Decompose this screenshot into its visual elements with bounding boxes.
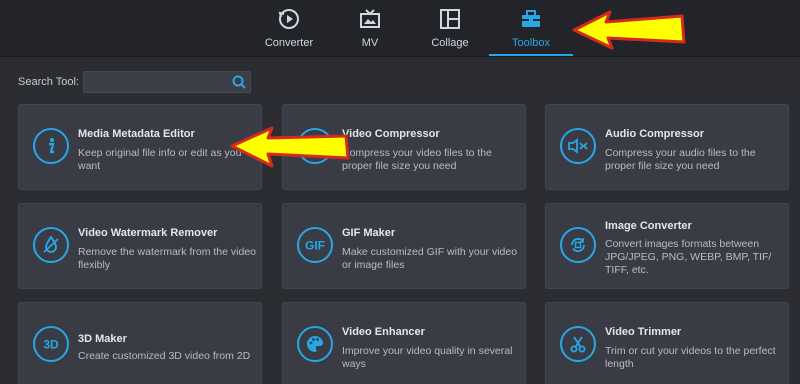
image-convert-icon (560, 227, 596, 263)
tool-card-image-converter[interactable]: Image Converter Convert images formats b… (545, 203, 789, 289)
tool-title: Video Watermark Remover (78, 227, 218, 239)
tool-card-3d-maker[interactable]: 3D 3D Maker Create customized 3D video f… (18, 302, 262, 384)
collage-icon (437, 6, 463, 32)
top-nav: Converter MV Collage Toolbox (0, 0, 800, 57)
search-label: Search Tool: (18, 76, 79, 88)
toolbox-window: Converter MV Collage Toolbox Search Tool… (0, 0, 800, 384)
tab-toolbox[interactable]: Toolbox (489, 0, 573, 56)
tool-title: 3D Maker (78, 333, 127, 345)
tool-card-gif-maker[interactable]: GIF GIF Maker Make customized GIF with y… (282, 203, 526, 289)
tool-desc: Compress your video files to the proper … (342, 147, 492, 172)
tool-desc: Trim or cut your videos to the perfect l… (605, 345, 776, 370)
scissors-icon (560, 326, 596, 362)
tool-title: Video Compressor (342, 128, 440, 140)
tool-desc: Make customized GIF with your video or i… (342, 246, 518, 271)
search-box (82, 71, 251, 93)
tool-card-video-watermark-remover[interactable]: Video Watermark Remover Remove the water… (18, 203, 262, 289)
search-tool: Search Tool: (18, 71, 251, 93)
search-input[interactable] (83, 73, 232, 91)
toolbox-icon (518, 6, 544, 32)
tool-card-media-metadata-editor[interactable]: Media Metadata Editor Keep original file… (18, 104, 262, 190)
tool-desc: Compress your audio files to the proper … (605, 147, 756, 172)
palette-icon (297, 326, 333, 362)
tab-toolbox-label: Toolbox (512, 37, 550, 49)
tool-desc: Keep original file info or edit as you w… (78, 147, 242, 172)
tool-desc: Create customized 3D video from 2D (78, 350, 251, 362)
tool-card-video-trimmer[interactable]: Video Trimmer Trim or cut your videos to… (545, 302, 789, 384)
tool-title: Media Metadata Editor (78, 128, 195, 140)
converter-icon (276, 6, 302, 32)
info-icon (33, 128, 69, 164)
tab-converter-label: Converter (264, 37, 314, 49)
watermark-icon (33, 227, 69, 263)
tool-desc: Remove the watermark from the video flex… (78, 246, 256, 271)
tool-title: GIF Maker (342, 227, 396, 239)
tool-card-audio-compressor[interactable]: Audio Compressor Compress your audio fil… (545, 104, 789, 190)
tool-title: Audio Compressor (605, 128, 705, 140)
audio-compress-icon (560, 128, 596, 164)
tool-desc: Convert images formats between JPG/JPEG,… (605, 238, 772, 276)
tab-converter[interactable]: Converter (249, 0, 329, 56)
tool-title: Video Enhancer (342, 326, 425, 338)
tab-collage-label: Collage (431, 37, 469, 49)
tool-card-video-compressor[interactable]: Video Compressor Compress your video fil… (282, 104, 526, 190)
search-icon[interactable] (231, 74, 247, 90)
svg-text:GIF: GIF (305, 239, 325, 253)
svg-text:3D: 3D (43, 338, 59, 352)
gif-icon: GIF (297, 227, 333, 263)
tool-title: Image Converter (605, 220, 692, 232)
tool-card-video-enhancer[interactable]: Video Enhancer Improve your video qualit… (282, 302, 526, 384)
3d-icon: 3D (33, 326, 69, 362)
tab-mv[interactable]: MV (330, 0, 410, 56)
tool-desc: Improve your video quality in several wa… (342, 345, 513, 370)
compress-icon (297, 128, 333, 164)
mv-icon (357, 6, 383, 32)
tab-collage[interactable]: Collage (410, 0, 490, 56)
tool-title: Video Trimmer (605, 326, 682, 338)
tab-mv-label: MV (361, 37, 379, 49)
